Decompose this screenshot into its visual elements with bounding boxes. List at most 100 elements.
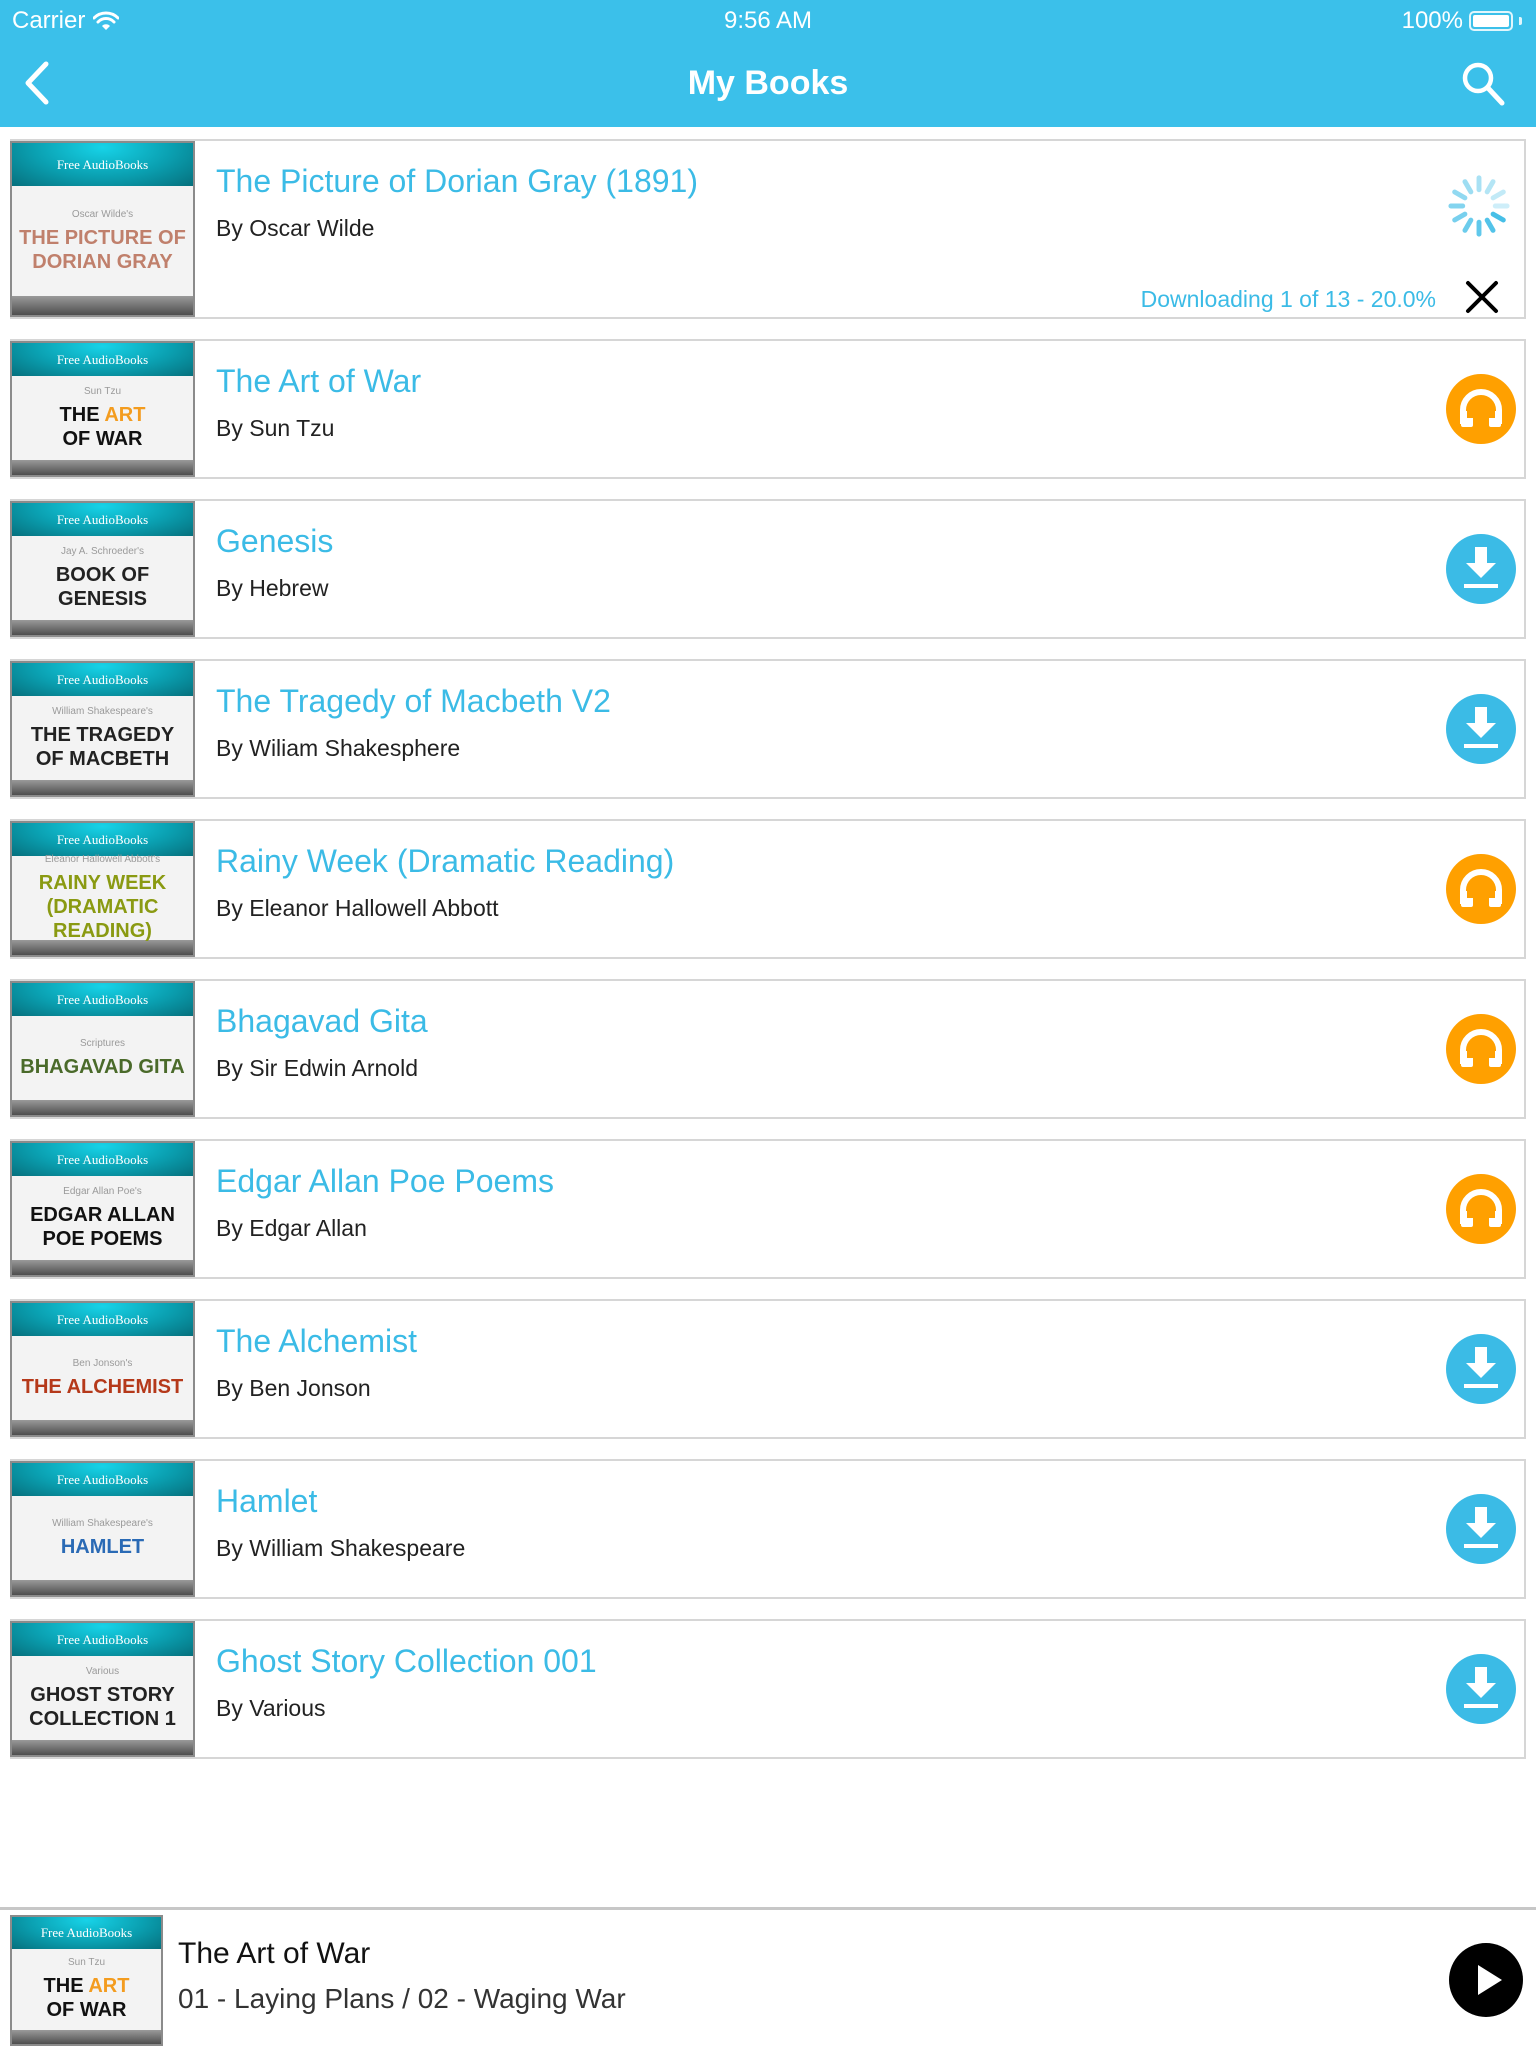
- listen-button[interactable]: [1446, 1014, 1516, 1084]
- navigation-bar: My Books: [0, 40, 1536, 127]
- listen-button[interactable]: [1446, 1174, 1516, 1244]
- cover-brand: Free AudioBooks: [12, 143, 193, 186]
- cover-author: William Shakespeare's: [52, 1517, 153, 1529]
- mini-player[interactable]: Free AudioBooks Sun Tzu THE ART OF WAR The…: [0, 1907, 1536, 2048]
- loading-spinner-icon: [1444, 171, 1514, 241]
- player-track-title: 01 - Laying Plans / 02 - Waging War: [178, 1983, 626, 2014]
- book-author: By Various: [216, 1695, 326, 1721]
- book-cover-art: Free AudioBooks Scriptures BHAGAVAD GITA: [10, 981, 195, 1117]
- book-row[interactable]: Free AudioBooks Oscar Wilde's THE PICTURE …: [10, 139, 1526, 319]
- cover-author: Scriptures: [79, 1037, 125, 1049]
- book-author: By Sun Tzu: [216, 415, 335, 441]
- cover-author: Various: [85, 1665, 120, 1677]
- book-row[interactable]: Free AudioBooks Scriptures BHAGAVAD GITA Bh…: [10, 979, 1526, 1119]
- cover-brand: Free AudioBooks: [12, 1463, 193, 1496]
- book-author: By Sir Edwin Arnold: [216, 1055, 418, 1081]
- download-progress-label: Downloading 1 of 13 - 20.0%: [1140, 286, 1436, 312]
- book-author: By Oscar Wilde: [216, 215, 375, 241]
- book-row[interactable]: Free AudioBooks Edgar Allan Poe's EDGAR AL…: [10, 1139, 1526, 1279]
- cover-title: BHAGAVAD GITA: [20, 1055, 185, 1078]
- book-row[interactable]: Free AudioBooks William Shakespeare's THE …: [10, 659, 1526, 799]
- cover-brand: Free AudioBooks: [12, 1917, 161, 1949]
- listen-button[interactable]: [1446, 374, 1516, 444]
- book-title: Genesis: [216, 523, 334, 559]
- book-cover-art: Free AudioBooks Edgar Allan Poe's EDGAR AL…: [10, 1141, 195, 1277]
- player-book-title: The Art of War: [178, 1937, 371, 1970]
- battery-indicator: 100%: [1402, 7, 1522, 35]
- cover-title: RAINY WEEK (DRAMATIC READING): [38, 871, 167, 942]
- cover-title: THE ART OF WAR: [43, 1974, 130, 2021]
- book-cover-art: Free AudioBooks Jay A. Schroeder's BOOK OF…: [10, 501, 195, 637]
- download-icon: [1446, 1334, 1516, 1404]
- book-row[interactable]: Free AudioBooks Eleanor Hallowell Abbott'…: [10, 819, 1526, 959]
- search-button[interactable]: [1458, 58, 1508, 108]
- cover-title: THE PICTURE OF DORIAN GRAY: [19, 226, 186, 273]
- listen-button[interactable]: [1446, 854, 1516, 924]
- book-author: By Hebrew: [216, 575, 329, 601]
- battery-percent: 100%: [1401, 7, 1463, 34]
- book-cover-art: Free AudioBooks William Shakespeare's HAML…: [10, 1461, 195, 1597]
- battery-full-icon: [1469, 11, 1513, 31]
- cover-brand: Free AudioBooks: [12, 1143, 193, 1176]
- cover-brand: Free AudioBooks: [12, 983, 193, 1016]
- download-button[interactable]: [1446, 1654, 1516, 1724]
- cover-title: BOOK OF GENESIS: [55, 563, 150, 610]
- book-title: The Alchemist: [216, 1323, 417, 1359]
- book-author: By Ben Jonson: [216, 1375, 371, 1401]
- book-title: Bhagavad Gita: [216, 1003, 428, 1039]
- cancel-download-button[interactable]: [1462, 277, 1502, 317]
- download-button[interactable]: [1446, 1334, 1516, 1404]
- book-cover-art: Free AudioBooks Various GHOST STORY COLLEC…: [10, 1621, 195, 1757]
- cover-brand: Free AudioBooks: [12, 823, 193, 856]
- book-title: Hamlet: [216, 1483, 318, 1519]
- download-icon: [1446, 1654, 1516, 1724]
- play-button[interactable]: [1448, 1942, 1524, 2018]
- book-cover-art: Free AudioBooks William Shakespeare's THE …: [10, 661, 195, 797]
- player-cover-art: Free AudioBooks Sun Tzu THE ART OF WAR: [10, 1915, 163, 2046]
- book-title: The Tragedy of Macbeth V2: [216, 683, 611, 719]
- book-row[interactable]: Free AudioBooks Ben Jonson's THE ALCHEMIST…: [10, 1299, 1526, 1439]
- cover-author: Jay A. Schroeder's: [60, 545, 145, 557]
- book-title: Ghost Story Collection 001: [216, 1643, 597, 1679]
- close-icon: [1466, 281, 1498, 313]
- book-author: By William Shakespeare: [216, 1535, 466, 1561]
- book-title: Rainy Week (Dramatic Reading): [216, 843, 675, 879]
- book-row[interactable]: Free AudioBooks Various GHOST STORY COLLEC…: [10, 1619, 1526, 1759]
- book-title: The Art of War: [216, 363, 422, 399]
- download-icon: [1446, 534, 1516, 604]
- search-icon: [1462, 62, 1505, 106]
- cover-title: GHOST STORY COLLECTION 1: [29, 1683, 176, 1730]
- book-author: By Eleanor Hallowell Abbott: [216, 895, 499, 921]
- cover-brand: Free AudioBooks: [12, 1303, 193, 1336]
- book-row[interactable]: Free AudioBooks Sun Tzu THE ART OF WAR The …: [10, 339, 1526, 479]
- play-icon: [1449, 1943, 1523, 2017]
- book-author: By Wiliam Shakesphere: [216, 735, 461, 761]
- download-icon: [1446, 694, 1516, 764]
- headphones-icon: [1446, 1174, 1516, 1244]
- page-title: My Books: [687, 64, 849, 102]
- cover-author: Sun Tzu: [67, 1956, 106, 1968]
- cover-title: THE ART OF WAR: [59, 403, 146, 450]
- book-cover-art: Free AudioBooks Eleanor Hallowell Abbott'…: [10, 821, 195, 957]
- book-title: The Picture of Dorian Gray (1891): [216, 163, 698, 199]
- download-button[interactable]: [1446, 694, 1516, 764]
- cover-title: EDGAR ALLAN POE POEMS: [30, 1203, 175, 1250]
- cover-title: THE TRAGEDY OF MACBETH: [30, 723, 175, 770]
- clock: 9:56 AM: [723, 7, 813, 34]
- cover-author: William Shakespeare's: [52, 705, 153, 717]
- book-row[interactable]: Free AudioBooks Jay A. Schroeder's BOOK OF…: [10, 499, 1526, 639]
- download-button[interactable]: [1446, 1494, 1516, 1564]
- book-row[interactable]: Free AudioBooks William Shakespeare's HAML…: [10, 1459, 1526, 1599]
- headphones-icon: [1446, 854, 1516, 924]
- cover-brand: Free AudioBooks: [12, 663, 193, 696]
- chevron-left-icon: [25, 61, 49, 105]
- cover-author: Oscar Wilde's: [71, 208, 134, 220]
- back-button[interactable]: [18, 58, 58, 108]
- status-bar: Carrier 9:56 AM 100%: [0, 0, 1536, 40]
- book-cover-art: Free AudioBooks Sun Tzu THE ART OF WAR: [10, 341, 195, 477]
- cover-brand: Free AudioBooks: [12, 343, 193, 376]
- cover-author: Sun Tzu: [83, 385, 122, 397]
- cover-author: Edgar Allan Poe's: [63, 1185, 142, 1197]
- download-button[interactable]: [1446, 534, 1516, 604]
- book-cover-art: Free AudioBooks Oscar Wilde's THE PICTURE …: [10, 141, 195, 317]
